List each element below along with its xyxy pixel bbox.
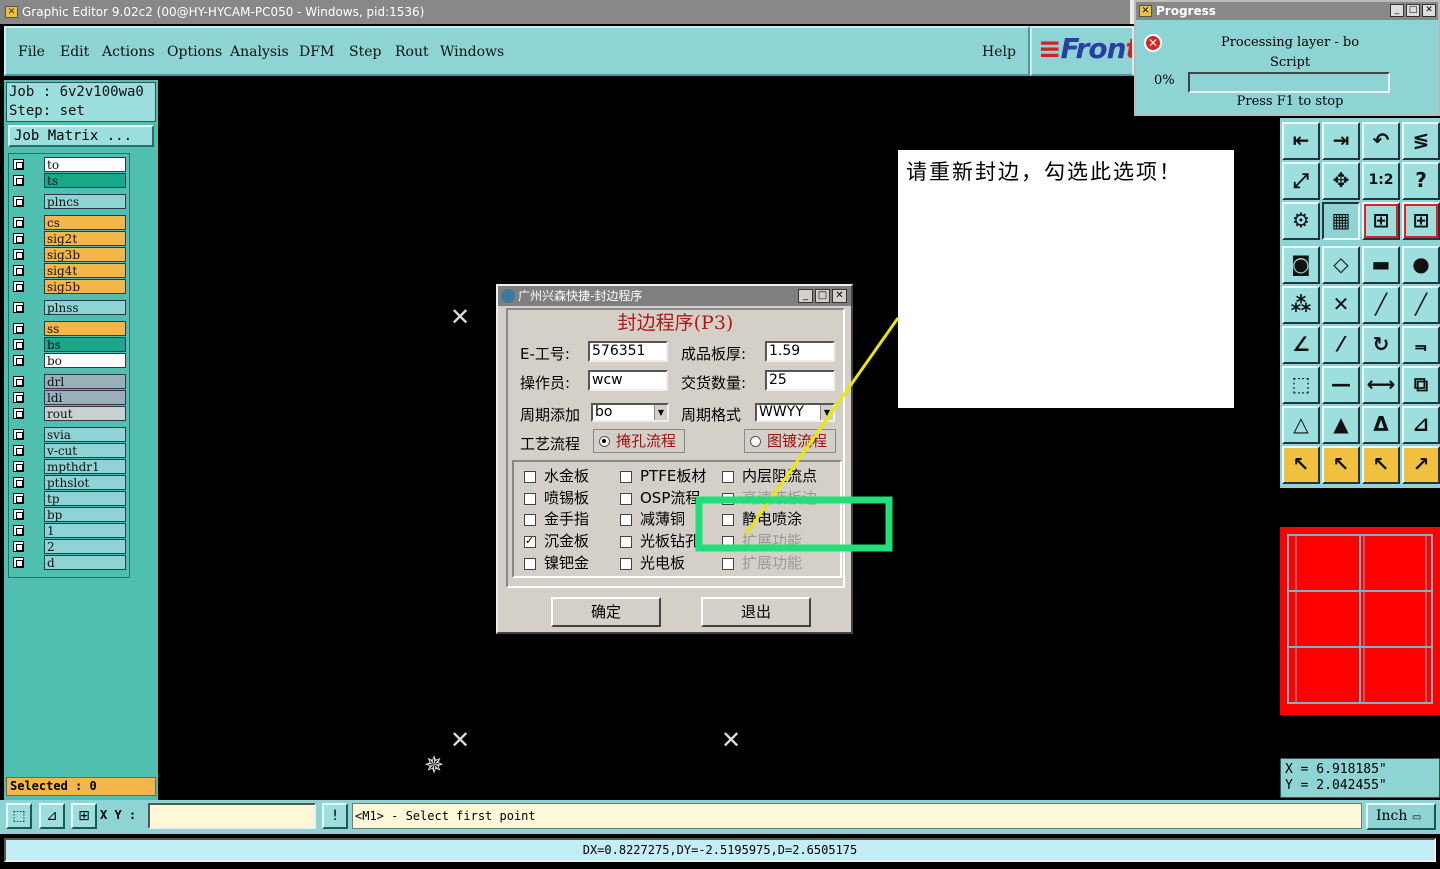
progress-hint: Press F1 to stop — [1236, 94, 1344, 109]
minimize-icon[interactable]: _ — [1390, 4, 1404, 17]
group-icon[interactable]: ⧉ — [1402, 366, 1440, 404]
maximize-icon[interactable]: □ — [1406, 4, 1420, 17]
cursor-coords: X = 6.918185" Y = 2.042455" — [1280, 758, 1440, 798]
line-icon[interactable]: ╱ — [1362, 286, 1400, 324]
progress-percent: 0% — [1154, 73, 1175, 88]
xy-label: X Y : — [100, 808, 137, 822]
settings-icon[interactable]: ⚙ — [1282, 202, 1320, 240]
scale-icon[interactable]: 1:2 — [1362, 162, 1400, 200]
close-icon[interactable]: ✕ — [1422, 4, 1436, 17]
zoom-box-icon[interactable]: ⬚ — [6, 803, 32, 829]
triangle3-icon[interactable]: Δ — [1362, 406, 1400, 444]
arc-icon[interactable]: ↻ — [1362, 326, 1400, 364]
select-icon[interactable]: ↖ — [1322, 446, 1360, 484]
progress-line1: Processing layer - bo — [1220, 35, 1360, 50]
stop-icon[interactable]: ✕ — [1144, 34, 1162, 52]
circle-icon[interactable]: ● — [1402, 246, 1440, 284]
app-icon: ✕ — [1139, 5, 1152, 17]
measure-icon[interactable]: ⊿ — [39, 803, 65, 829]
delete-node-icon[interactable]: ✕ — [1322, 286, 1360, 324]
snap-icon[interactable]: ⊞ — [1362, 202, 1400, 240]
angle-icon[interactable]: ∠ — [1282, 326, 1320, 364]
zoom-left-icon[interactable]: ⇤ — [1282, 122, 1320, 160]
surface-icon[interactable]: ◇ — [1322, 246, 1360, 284]
slash-icon[interactable]: ⁄ — [1322, 326, 1360, 364]
redraw-icon[interactable]: ≶ — [1402, 122, 1440, 160]
mirror-icon[interactable]: ⫬ — [1402, 326, 1440, 364]
progress-bar — [1188, 72, 1390, 93]
pointer-icon[interactable]: ↖ — [1282, 446, 1320, 484]
zoom-right-icon[interactable]: ⇥ — [1322, 122, 1360, 160]
grid-snap-icon[interactable]: ⊞ — [71, 803, 97, 829]
snap2-icon[interactable]: ⊞ — [1402, 202, 1440, 240]
measure-icon[interactable]: ⟷ — [1362, 366, 1400, 404]
highlight-box — [695, 496, 893, 552]
move-icon[interactable]: ⬚ — [1282, 366, 1320, 404]
progress-line2: Script — [1269, 55, 1311, 70]
progress-title: Progress — [1156, 4, 1216, 18]
command-prompt: <M1> - Select first point — [352, 803, 1362, 829]
grid-icon[interactable]: ▦ — [1322, 202, 1360, 240]
units-label: Inch — [1376, 808, 1408, 824]
zoom-fit-icon[interactable]: ⤢ — [1282, 162, 1320, 200]
coord-y: Y = 2.042455" — [1285, 778, 1387, 793]
progress-window: Progress ✕ _ □ ✕ ✕ Processing layer - bo… — [1134, 0, 1440, 116]
pad-icon[interactable]: ◙ — [1282, 246, 1320, 284]
select2-icon[interactable]: ↖ — [1362, 446, 1400, 484]
menu-icon: ▭ — [1411, 812, 1422, 823]
ruler-icon[interactable]: ▬ — [1362, 246, 1400, 284]
units-toggle[interactable]: Inch ▭ — [1366, 803, 1436, 830]
select3-icon[interactable]: ↗ — [1402, 446, 1440, 484]
alert-icon[interactable]: ! — [322, 803, 348, 829]
tool-palette: ⇤ ⇥ ↶ ≶ ⤢ ✥ 1:2 ? ⚙ ▦ ⊞ ⊞ ◙ ◇ ▬ ● ⁂ ✕ ╱ … — [1280, 118, 1440, 488]
xy-input[interactable] — [148, 803, 316, 829]
preview-outline — [1287, 534, 1433, 704]
board-preview[interactable] — [1280, 527, 1440, 715]
help-icon[interactable]: ? — [1402, 162, 1440, 200]
triangle2-icon[interactable]: ▲ — [1322, 406, 1360, 444]
line2-icon[interactable]: ╱ — [1402, 286, 1440, 324]
annotation-overlay — [695, 317, 900, 552]
triangle-icon[interactable]: △ — [1282, 406, 1320, 444]
undo-icon[interactable]: ↶ — [1362, 122, 1400, 160]
minus-icon[interactable]: — — [1322, 366, 1360, 404]
triangle4-icon[interactable]: ⊿ — [1402, 406, 1440, 444]
pan-icon[interactable]: ✥ — [1322, 162, 1360, 200]
nodes-icon[interactable]: ⁂ — [1282, 286, 1320, 324]
coord-x: X = 6.918185" — [1285, 762, 1387, 777]
status-bar: DX=0.8227275,DY=-2.5195975,D=2.6505175 — [4, 838, 1436, 862]
